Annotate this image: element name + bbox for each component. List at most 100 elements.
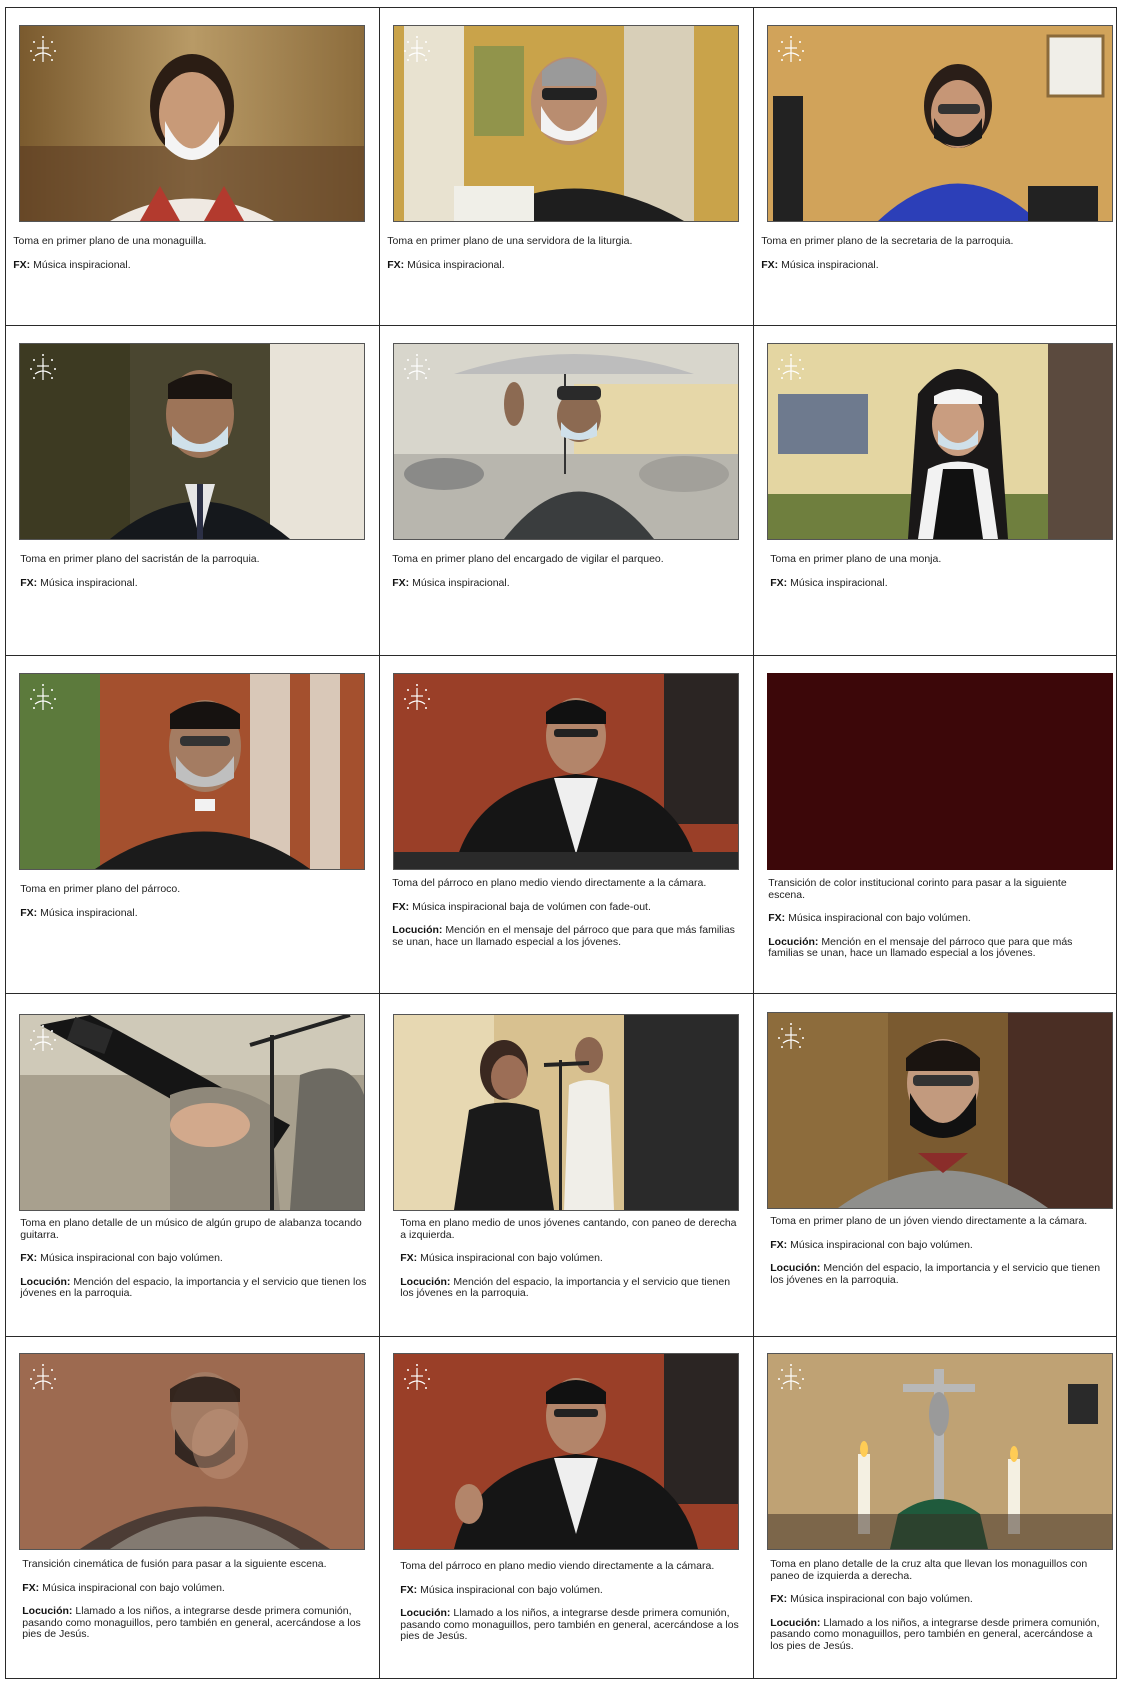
fx-line: FX: Música inspiracional.	[13, 258, 370, 272]
fx-line: FX: Música inspiracional baja de volúmen …	[392, 900, 744, 914]
shot-image	[767, 1353, 1114, 1551]
fusion-transition-photo	[20, 1354, 365, 1550]
parish-logo-icon	[778, 36, 805, 63]
fx-label: FX:	[22, 1581, 40, 1594]
nun-photo	[768, 344, 1113, 540]
parish-logo-icon	[30, 1364, 57, 1391]
fx-line: FX: Música inspiracional con bajo volúmen…	[20, 1253, 370, 1265]
fx-label: FX:	[400, 1252, 418, 1265]
storyboard-panel: Toma del párroco en plano medio viendo d…	[379, 1336, 755, 1679]
fx-value: Música inspiracional baja de volúmen con…	[412, 900, 651, 913]
shot-image	[393, 343, 740, 541]
fx-line: FX: Música inspiracional con bajo volúmen…	[770, 1594, 1106, 1606]
shot-image	[19, 343, 366, 541]
locucion-line: Locución: Mención en el mensaje del párro…	[768, 935, 1106, 960]
shot-notes: Toma en primer plano del sacristán de la…	[20, 554, 370, 601]
fx-value: Música inspiracional.	[412, 576, 510, 589]
fx-value: Música inspiracional con bajo volúmen.	[788, 912, 971, 925]
storyboard-panel: Toma en primer plano del sacristán de la…	[5, 325, 381, 657]
fx-value: Música inspiracional con bajo volúmen.	[790, 1593, 973, 1606]
parish-logo-icon	[404, 354, 431, 381]
shot-notes: Transición cinemática de fusión para pas…	[22, 1559, 370, 1641]
fx-label: FX:	[392, 900, 410, 913]
shot-notes: Toma en plano detalle de la cruz alta qu…	[770, 1559, 1106, 1652]
locucion-label: Locución:	[400, 1275, 451, 1288]
shot-description: Toma en primer plano del sacristán de la…	[20, 553, 260, 566]
secretary-photo	[768, 26, 1113, 222]
shot-description: Toma en plano detalle de un músico de al…	[20, 1217, 362, 1241]
shot-image	[19, 673, 366, 871]
shot-description: Toma en primer plano de la secretaria de…	[761, 235, 1014, 248]
shot-notes: Toma del párroco en plano medio viendo d…	[400, 1561, 744, 1643]
shot-description: Toma del párroco en plano medio viendo d…	[400, 1560, 715, 1573]
shot-description: Toma en primer plano de una servidora de…	[387, 235, 633, 248]
fx-line: FX: Música inspiracional con bajo volúmen…	[400, 1584, 744, 1597]
fx-value: Música inspiracional.	[40, 906, 138, 919]
parish-logo-icon	[30, 36, 57, 63]
storyboard-panel: Toma en primer plano del encargado de vi…	[379, 325, 755, 657]
storyboard-panel: Toma del párroco en plano medio viendo d…	[379, 655, 755, 995]
parish-logo-icon	[30, 354, 57, 381]
fx-value: Música inspiracional.	[33, 258, 131, 271]
parish-logo-icon	[778, 1023, 805, 1050]
fx-label: FX:	[13, 258, 31, 271]
fx-label: FX:	[20, 906, 38, 919]
shot-image	[393, 673, 740, 871]
priest-medium-photo	[394, 674, 739, 870]
locucion-line: Locución: Mención en el mensaje del párro…	[392, 925, 744, 948]
fx-line: FX: Música inspiracional.	[392, 576, 744, 590]
storyboard-panel: Transición de color institucional corint…	[753, 655, 1117, 995]
storyboard-panel: Toma en plano medio de unos jóvenes cant…	[379, 993, 755, 1338]
locucion-label: Locución:	[20, 1275, 71, 1288]
locucion-label: Locución:	[400, 1607, 451, 1620]
shot-image	[19, 1353, 366, 1551]
locucion-label: Locución:	[22, 1605, 73, 1618]
shot-image	[19, 1014, 366, 1212]
fx-label: FX:	[770, 1593, 788, 1606]
locucion-line: Locución: Llamado a los niños, a integrar…	[770, 1616, 1106, 1653]
fx-line: FX: Música inspiracional.	[761, 259, 1106, 272]
shot-description: Toma en primer plano de una monaguilla.	[13, 235, 207, 248]
fx-line: FX: Música inspiracional con bajo volúmen…	[768, 913, 1106, 925]
storyboard-panel: Toma en primer plano del párroco. FX: Mús…	[5, 655, 381, 995]
fx-value: Música inspiracional.	[40, 576, 138, 589]
parish-logo-icon	[404, 36, 431, 63]
locucion-line: Locución: Mención del espacio, la importa…	[20, 1275, 370, 1300]
parish-logo-icon	[404, 684, 431, 711]
fx-line: FX: Música inspiracional con bajo volúmen…	[770, 1239, 1106, 1252]
fx-label: FX:	[387, 258, 405, 271]
shot-description: Toma en primer plano de una monja.	[770, 553, 942, 566]
fx-line: FX: Música inspiracional con bajo volúmen…	[400, 1253, 744, 1265]
shot-image	[767, 1012, 1114, 1210]
locucion-value: Mención en el mensaje del párroco que pa…	[392, 924, 735, 948]
shot-notes: Toma en primer plano de una monja. FX: Mú…	[770, 554, 1106, 601]
parish-logo-icon	[778, 1364, 805, 1391]
shot-image	[767, 343, 1114, 541]
shot-notes: Toma en primer plano del párroco. FX: Mús…	[20, 884, 370, 931]
shot-image	[393, 25, 740, 223]
fx-label: FX:	[20, 576, 38, 589]
fx-line: FX: Música inspiracional.	[770, 576, 1106, 590]
storyboard-panel: Toma en primer plano de un jóven viendo …	[753, 993, 1117, 1338]
shot-notes: Toma en primer plano de un jóven viendo …	[770, 1216, 1106, 1286]
shot-notes: Toma en plano medio de unos jóvenes cant…	[400, 1218, 744, 1300]
fx-line: FX: Música inspiracional.	[20, 906, 370, 920]
altar-girl-photo	[20, 26, 365, 222]
corinto-color-card	[768, 674, 1113, 870]
locucion-label: Locución:	[392, 924, 443, 937]
fx-value: Música inspiracional.	[407, 258, 505, 271]
shot-image	[767, 673, 1114, 871]
shot-image	[767, 25, 1114, 223]
parish-logo-icon	[30, 684, 57, 711]
shot-image	[393, 1014, 740, 1212]
locucion-label: Locución:	[770, 1616, 821, 1629]
locucion-value: Llamado a los niños, a integrarse desde …	[400, 1607, 739, 1643]
fx-value: Música inspiracional con bajo volúmen.	[420, 1252, 603, 1265]
locucion-label: Locución:	[768, 935, 819, 948]
shot-description: Toma en primer plano de un jóven viendo …	[770, 1215, 1088, 1228]
fx-line: FX: Música inspiracional con bajo volúmen…	[22, 1581, 370, 1595]
storyboard-grid: Toma en primer plano de una monaguilla. …	[5, 7, 1117, 1679]
locucion-value: Llamado a los niños, a integrarse desde …	[22, 1605, 361, 1641]
fx-label: FX:	[770, 576, 788, 589]
parish-priest-photo	[20, 674, 365, 870]
